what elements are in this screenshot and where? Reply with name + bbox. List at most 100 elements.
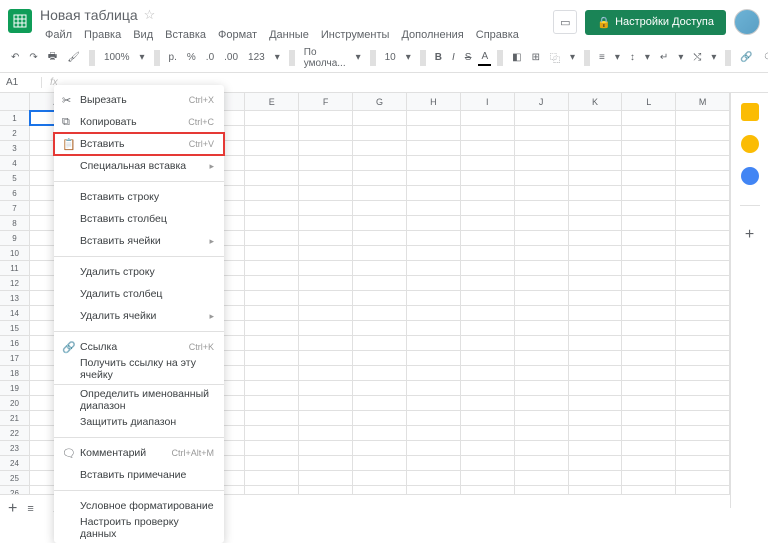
cell[interactable] xyxy=(622,216,676,230)
cell[interactable] xyxy=(353,111,407,125)
cell[interactable] xyxy=(299,141,353,155)
cell[interactable] xyxy=(676,231,730,245)
comment-button[interactable]: 🗨 xyxy=(760,50,768,65)
menu-данные[interactable]: Данные xyxy=(264,27,314,43)
cell[interactable] xyxy=(245,441,299,455)
cell[interactable] xyxy=(569,246,623,260)
cell[interactable] xyxy=(461,141,515,155)
row-header[interactable]: 22 xyxy=(0,426,30,440)
cell[interactable] xyxy=(245,216,299,230)
cell[interactable] xyxy=(299,456,353,470)
context-menu-item[interactable]: Вставить столбец xyxy=(54,208,224,230)
rotate-button[interactable]: ⤭ xyxy=(690,50,704,65)
font-size-select[interactable]: 10 xyxy=(382,50,399,65)
context-menu-item[interactable]: ✂ВырезатьCtrl+X xyxy=(54,89,224,111)
cell[interactable] xyxy=(461,366,515,380)
row-header[interactable]: 9 xyxy=(0,231,30,245)
cell[interactable] xyxy=(461,471,515,485)
cell[interactable] xyxy=(461,171,515,185)
merge-button[interactable]: ⿻ xyxy=(547,48,563,67)
row-header[interactable]: 18 xyxy=(0,366,30,380)
cell[interactable] xyxy=(299,126,353,140)
cell[interactable] xyxy=(515,216,569,230)
cell[interactable] xyxy=(569,306,623,320)
bold-button[interactable]: B xyxy=(432,50,445,65)
cell[interactable] xyxy=(676,276,730,290)
cell[interactable] xyxy=(622,441,676,455)
menu-вставка[interactable]: Вставка xyxy=(160,27,211,43)
cell[interactable] xyxy=(569,171,623,185)
cell[interactable] xyxy=(299,426,353,440)
row-header[interactable]: 17 xyxy=(0,351,30,365)
cell[interactable] xyxy=(515,411,569,425)
cell[interactable] xyxy=(622,201,676,215)
context-menu-item[interactable]: Удалить ячейки▸ xyxy=(54,305,224,327)
cell[interactable] xyxy=(461,411,515,425)
cell[interactable] xyxy=(569,441,623,455)
row-header[interactable]: 20 xyxy=(0,396,30,410)
cell[interactable] xyxy=(353,336,407,350)
link-button[interactable]: 🔗 xyxy=(737,50,755,65)
cell[interactable] xyxy=(676,441,730,455)
cell[interactable] xyxy=(569,261,623,275)
cell[interactable] xyxy=(461,126,515,140)
cell[interactable] xyxy=(245,126,299,140)
keep-icon-2[interactable] xyxy=(741,135,759,153)
cell[interactable] xyxy=(407,336,461,350)
menu-вид[interactable]: Вид xyxy=(128,27,158,43)
cell[interactable] xyxy=(622,306,676,320)
cell[interactable] xyxy=(353,366,407,380)
cell[interactable] xyxy=(245,381,299,395)
cell[interactable] xyxy=(407,321,461,335)
cell[interactable] xyxy=(622,396,676,410)
row-header[interactable]: 5 xyxy=(0,171,30,185)
cell[interactable] xyxy=(569,111,623,125)
cell[interactable] xyxy=(461,156,515,170)
cell[interactable] xyxy=(245,426,299,440)
cell[interactable] xyxy=(299,231,353,245)
cell[interactable] xyxy=(353,231,407,245)
cell[interactable] xyxy=(299,471,353,485)
col-header[interactable]: H xyxy=(407,93,461,110)
cell[interactable] xyxy=(569,471,623,485)
cell[interactable] xyxy=(515,396,569,410)
cell[interactable] xyxy=(569,216,623,230)
cell[interactable] xyxy=(245,321,299,335)
cell[interactable] xyxy=(569,186,623,200)
menu-формат[interactable]: Формат xyxy=(213,27,262,43)
cell[interactable] xyxy=(676,336,730,350)
format-number-button[interactable]: 123 xyxy=(245,50,268,65)
cell[interactable] xyxy=(515,366,569,380)
cell[interactable] xyxy=(353,441,407,455)
name-box[interactable]: A1 xyxy=(0,77,42,88)
cell[interactable] xyxy=(569,141,623,155)
cell[interactable] xyxy=(245,336,299,350)
cell[interactable] xyxy=(407,111,461,125)
cell[interactable] xyxy=(299,381,353,395)
share-button[interactable]: 🔒Настройки Доступа xyxy=(585,10,726,35)
cell[interactable] xyxy=(676,141,730,155)
cell[interactable] xyxy=(515,261,569,275)
cell[interactable] xyxy=(569,426,623,440)
cell[interactable] xyxy=(515,156,569,170)
cell[interactable] xyxy=(676,321,730,335)
tasks-icon[interactable] xyxy=(741,167,759,185)
cell[interactable] xyxy=(569,351,623,365)
cell[interactable] xyxy=(515,336,569,350)
account-avatar[interactable] xyxy=(734,9,760,35)
cell[interactable] xyxy=(245,186,299,200)
cell[interactable] xyxy=(676,306,730,320)
add-addon-button[interactable]: + xyxy=(745,226,754,244)
row-header[interactable]: 2 xyxy=(0,126,30,140)
zoom-select[interactable]: 100% xyxy=(101,50,133,65)
increase-decimal-button[interactable]: .00 xyxy=(221,50,241,65)
cell[interactable] xyxy=(461,261,515,275)
cell[interactable] xyxy=(407,126,461,140)
cell[interactable] xyxy=(299,261,353,275)
cell[interactable] xyxy=(676,291,730,305)
cell[interactable] xyxy=(407,246,461,260)
cell[interactable] xyxy=(245,471,299,485)
cell[interactable] xyxy=(299,336,353,350)
cell[interactable] xyxy=(622,351,676,365)
cell[interactable] xyxy=(515,456,569,470)
